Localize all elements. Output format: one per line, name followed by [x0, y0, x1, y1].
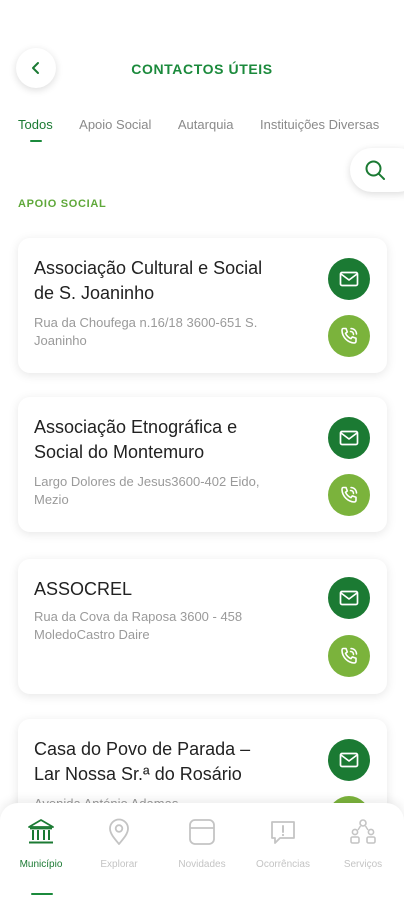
email-button[interactable]	[328, 417, 370, 459]
bottom-navigation: Município Explorar Novidades Ocorrências…	[0, 803, 404, 900]
alert-message-icon	[271, 821, 295, 844]
nav-item-explorar[interactable]: Explorar	[79, 815, 159, 870]
header: CONTACTOS ÚTEIS	[0, 0, 404, 110]
contact-name: Associação Cultural e Social de S. Joani…	[34, 258, 263, 303]
call-button[interactable]	[328, 315, 370, 357]
bank-icon	[28, 819, 54, 844]
phone-call-icon	[341, 327, 358, 344]
call-button[interactable]	[328, 635, 370, 677]
contact-name: Casa do Povo de Parada – Lar Nossa Sr.ª …	[34, 739, 251, 784]
contact-address: Largo Dolores de Jesus3600-402 Eido, Mez…	[34, 474, 260, 507]
contact-name: Associação Etnográfica e Social do Monte…	[34, 417, 238, 462]
contact-card: Associação Cultural e Social de S. Joani…	[18, 238, 387, 373]
contact-address: Rua da Cova da Raposa 3600 - 458 MoledoC…	[34, 609, 243, 642]
search-button[interactable]	[350, 148, 404, 192]
mail-icon	[339, 430, 359, 446]
phone-call-icon	[341, 647, 358, 664]
mail-icon	[339, 590, 359, 606]
email-button[interactable]	[328, 577, 370, 619]
services-icon	[350, 819, 376, 844]
nav-item-servicos[interactable]: Serviços	[323, 815, 403, 870]
nav-label: Novidades	[178, 859, 226, 870]
active-indicator	[31, 893, 53, 895]
page-title: CONTACTOS ÚTEIS	[131, 61, 273, 77]
contact-address: Rua da Choufega n.16/18 3600-651 S. Joan…	[34, 315, 258, 348]
email-button[interactable]	[328, 739, 370, 781]
category-tabs: Todos Apoio Social Autarquia Instituiçõe…	[18, 116, 404, 146]
tab-instituicoes-diversas[interactable]: Instituições Diversas	[260, 116, 379, 146]
contact-card: ASSOCREL Rua da Cova da Raposa 3600 - 45…	[18, 559, 387, 694]
tab-todos[interactable]: Todos	[18, 116, 53, 146]
news-card-icon	[189, 819, 215, 845]
mail-icon	[339, 271, 359, 287]
phone-call-icon	[341, 486, 358, 503]
nav-label: Município	[19, 859, 63, 870]
nav-item-novidades[interactable]: Novidades	[162, 815, 242, 870]
nav-label: Ocorrências	[256, 859, 310, 870]
tab-apoio-social[interactable]: Apoio Social	[79, 116, 151, 146]
mail-icon	[339, 752, 359, 768]
nav-item-ocorrencias[interactable]: Ocorrências	[243, 815, 323, 870]
section-label: APOIO SOCIAL	[18, 198, 107, 210]
contact-name: ASSOCREL	[34, 579, 133, 599]
map-pin-icon	[109, 818, 129, 845]
call-button[interactable]	[328, 474, 370, 516]
nav-item-municipio[interactable]: Município	[1, 815, 81, 895]
search-icon	[365, 160, 385, 180]
tab-autarquia[interactable]: Autarquia	[178, 116, 234, 146]
contact-card: Associação Etnográfica e Social do Monte…	[18, 397, 387, 532]
nav-label: Explorar	[100, 859, 138, 870]
email-button[interactable]	[328, 258, 370, 300]
nav-label: Serviços	[343, 859, 383, 870]
